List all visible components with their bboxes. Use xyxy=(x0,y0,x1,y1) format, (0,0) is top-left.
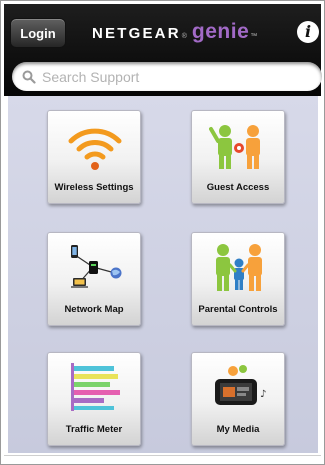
network-map-tile[interactable]: Network Map xyxy=(47,232,141,326)
brand-netgear: NETGEAR xyxy=(92,25,181,42)
family-icon xyxy=(216,244,262,291)
tile-label: Wireless Settings xyxy=(54,182,134,193)
wireless-settings-tile[interactable]: Wireless Settings xyxy=(47,110,141,204)
header-bar: Login NETGEAR ® genie ™ i xyxy=(4,4,322,96)
parental-controls-tile[interactable]: Parental Controls xyxy=(191,232,285,326)
brand-tm: ™ xyxy=(250,33,258,40)
tile-label: Network Map xyxy=(64,304,124,315)
svg-text:♪: ♪ xyxy=(260,389,266,400)
search-icon xyxy=(22,70,36,84)
netgear-genie-logo: NETGEAR ® genie ™ xyxy=(92,20,257,46)
main-grid: Wireless Settings Guest Access Network M… xyxy=(8,96,318,453)
media-player-icon: ♪ xyxy=(215,365,266,405)
login-button[interactable]: Login xyxy=(10,18,66,48)
info-icon[interactable]: i xyxy=(297,21,319,43)
tile-label: Guest Access xyxy=(206,182,270,193)
tile-label: My Media xyxy=(216,424,260,435)
tile-label: Traffic Meter xyxy=(65,424,123,435)
my-media-tile[interactable]: ♪ My Media xyxy=(191,352,285,446)
bar-graph-icon xyxy=(71,363,120,411)
search-bar[interactable] xyxy=(12,62,322,91)
traffic-meter-tile[interactable]: Traffic Meter xyxy=(47,352,141,446)
tile-label: Parental Controls xyxy=(198,304,278,315)
wifi-icon xyxy=(68,128,122,170)
guest-access-icon xyxy=(209,125,260,169)
network-map-icon xyxy=(71,245,122,288)
guest-access-tile[interactable]: Guest Access xyxy=(191,110,285,204)
bottom-divider xyxy=(4,455,321,456)
search-input[interactable] xyxy=(42,68,292,85)
brand-registered: ® xyxy=(181,33,187,40)
brand-genie: genie xyxy=(191,20,250,43)
